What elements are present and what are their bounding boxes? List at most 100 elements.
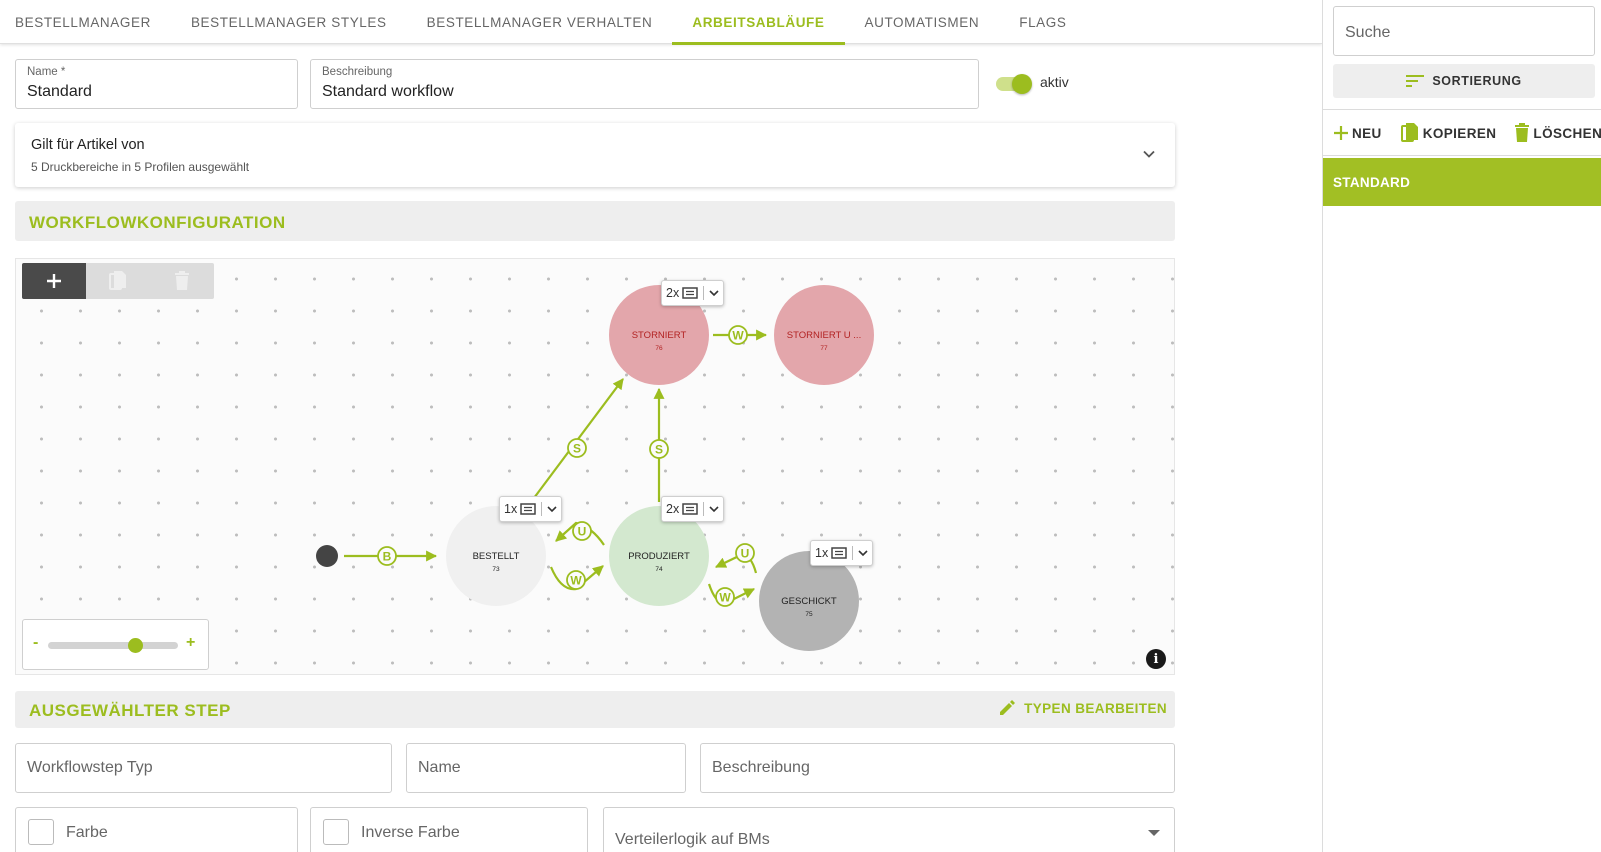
node-storniert-u[interactable]: STORNIERT U ... 77 [774,285,874,385]
toggle-knob [1012,74,1032,94]
workflow-canvas[interactable]: B S S W U W U W STORNIERT 76 STORNIERT U… [15,258,1175,675]
start-node[interactable] [316,545,338,567]
zoom-out-button[interactable]: - [33,634,38,652]
copy-icon [109,271,126,290]
active-toggle[interactable] [994,72,1032,94]
tab-bestellmanager-verhalten[interactable]: BESTELLMANAGER VERHALTEN [407,0,673,44]
sort-button[interactable]: SORTIERUNG [1333,64,1595,98]
zoom-in-button[interactable]: + [186,634,195,652]
zoom-control: - + [22,619,209,670]
svg-text:77: 77 [820,345,828,352]
new-label: NEU [1352,125,1382,141]
sort-icon [1406,75,1425,87]
color-label: Farbe [66,824,108,841]
chip-separator [703,286,705,300]
delete-node-button[interactable] [150,263,214,299]
monitor-icon [520,502,536,515]
svg-text:PRODUZIERT: PRODUZIERT [628,551,690,562]
workflow-graph: B S S W U W U W STORNIERT 76 STORNIERT U… [316,285,874,651]
monitor-icon [682,286,698,299]
app-root: BESTELLMANAGER BESTELLMANAGER STYLES BES… [0,0,1601,852]
workflowstep-type-field[interactable]: Workflowstep Typ [15,743,392,793]
top-tabs: BESTELLMANAGER BESTELLMANAGER STYLES BES… [0,0,1322,45]
new-button[interactable]: NEU [1333,125,1382,141]
svg-text:74: 74 [655,566,663,573]
copy-node-button[interactable] [86,263,150,299]
distribution-logic-select[interactable]: Verteilerlogik auf BMs [603,807,1175,852]
chevron-down-icon [1143,150,1155,158]
workflow-config-title: WORKFLOWKONFIGURATION [29,213,286,232]
add-node-button[interactable] [22,263,86,299]
sort-label: SORTIERUNG [1432,74,1522,88]
applies-to-title: Gilt für Artikel von [31,137,145,153]
svg-text:S: S [573,442,581,456]
copy-label: KOPIEREN [1422,125,1497,141]
step-name-field[interactable]: Name [406,743,686,793]
delete-button[interactable]: LÖSCHEN [1514,123,1601,143]
search-input[interactable]: Suche [1333,6,1595,56]
svg-text:W: W [719,591,731,605]
edge-badge-s-right[interactable]: S [649,439,669,459]
chip-count: 2x [666,286,680,300]
sidebar-divider [1323,155,1601,156]
monitor-icon [831,546,847,559]
workflow-config-header: WORKFLOWKONFIGURATION [15,201,1175,241]
dropdown-arrow-icon [1148,830,1160,836]
chip-separator [703,502,705,516]
trash-icon [175,271,189,290]
step-name-placeholder: Name [418,759,461,776]
monitor-icon [682,502,698,515]
edge-badge-u-left[interactable]: U [572,521,592,541]
chip-count: 2x [666,502,680,516]
sidebar-divider [1323,109,1601,110]
node-chip-produziert[interactable]: 2x [661,496,725,522]
description-label: Beschreibung [322,66,393,78]
copy-button[interactable]: KOPIEREN [1400,122,1497,144]
edge-badge-w-top[interactable]: W [728,325,748,345]
edge-badge-b[interactable]: B [377,546,397,566]
applies-to-subtitle: 5 Druckbereiche in 5 Profilen ausgewählt [31,160,250,174]
edge-badge-w-left[interactable]: W [566,570,586,590]
edge-badge-s-left[interactable]: S [567,438,587,458]
svg-text:U: U [578,525,587,539]
svg-text:STORNIERT U ...: STORNIERT U ... [787,330,861,341]
chevron-down-icon [547,506,557,513]
node-chip-bestellt[interactable]: 1x [499,496,563,522]
edge-badge-u-right[interactable]: U [735,543,755,563]
svg-text:STORNIERT: STORNIERT [632,330,687,341]
step-description-placeholder: Beschreibung [712,759,810,776]
plus-icon [1334,126,1348,140]
name-field[interactable]: Name * Standard [15,59,298,109]
node-chip-storniert[interactable]: 2x [661,280,725,306]
delete-label: LÖSCHEN [1533,125,1601,141]
color-checkbox[interactable] [28,819,54,845]
tab-bestellmanager-styles[interactable]: BESTELLMANAGER STYLES [171,0,407,44]
svg-text:U: U [741,547,750,561]
edit-types-button[interactable]: TYPEN BEARBEITEN [998,699,1167,717]
distribution-logic-placeholder: Verteilerlogik auf BMs [615,831,770,848]
svg-text:W: W [570,574,582,588]
node-chip-geschickt[interactable]: 1x [810,540,874,566]
tab-flags[interactable]: FLAGS [999,0,1086,44]
step-description-field[interactable]: Beschreibung [700,743,1175,793]
zoom-slider-handle[interactable] [128,638,143,653]
chevron-down-icon [709,506,719,513]
svg-text:GESCHICKT: GESCHICKT [781,596,837,607]
tab-bestellmanager[interactable]: BESTELLMANAGER [0,0,171,44]
inverse-color-checkbox[interactable] [323,819,349,845]
active-label: aktiv [1040,74,1069,90]
tab-automatismen[interactable]: AUTOMATISMEN [845,0,1000,44]
applies-to-expander[interactable]: Gilt für Artikel von 5 Druckbereiche in … [15,123,1175,187]
chip-separator [541,502,543,516]
zoom-slider-track[interactable] [48,642,178,649]
svg-text:W: W [732,329,744,343]
info-icon[interactable]: i [1146,649,1166,669]
copy-icon [1400,123,1418,142]
workflow-list-item[interactable]: STANDARD [1323,158,1601,206]
inverse-color-field: Inverse Farbe [310,807,588,852]
canvas-toolbar [22,263,214,299]
edge-badge-w-right[interactable]: W [715,587,735,607]
tab-arbeitsablaeufe[interactable]: ARBEITSABLÄUFE [672,0,845,45]
description-field[interactable]: Beschreibung Standard workflow [310,59,979,109]
node-geschickt[interactable]: GESCHICKT 75 [759,551,859,651]
